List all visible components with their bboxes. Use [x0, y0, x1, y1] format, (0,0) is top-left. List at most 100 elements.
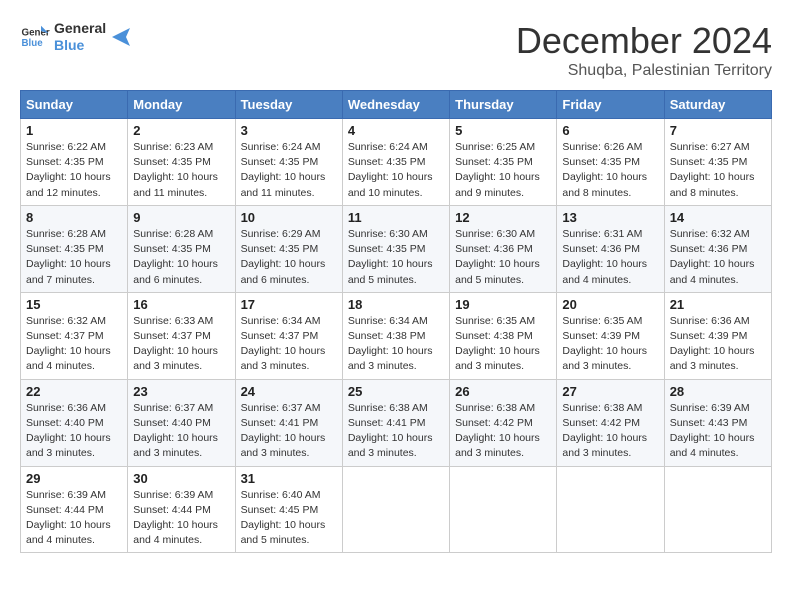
svg-text:General: General — [22, 27, 51, 38]
day-info: Sunrise: 6:30 AM Sunset: 4:36 PM Dayligh… — [455, 227, 551, 288]
calendar-cell — [450, 466, 557, 553]
header-thursday: Thursday — [450, 91, 557, 119]
location-subtitle: Shuqba, Palestinian Territory — [516, 62, 772, 80]
day-number: 10 — [241, 210, 337, 225]
day-number: 23 — [133, 384, 229, 399]
day-info: Sunrise: 6:39 AM Sunset: 4:44 PM Dayligh… — [26, 488, 122, 549]
calendar-cell: 29 Sunrise: 6:39 AM Sunset: 4:44 PM Dayl… — [21, 466, 128, 553]
month-title: December 2024 — [516, 20, 772, 62]
day-info: Sunrise: 6:29 AM Sunset: 4:35 PM Dayligh… — [241, 227, 337, 288]
header-monday: Monday — [128, 91, 235, 119]
calendar-cell: 8 Sunrise: 6:28 AM Sunset: 4:35 PM Dayli… — [21, 205, 128, 292]
day-number: 6 — [562, 123, 658, 138]
calendar-cell: 6 Sunrise: 6:26 AM Sunset: 4:35 PM Dayli… — [557, 119, 664, 206]
day-info: Sunrise: 6:34 AM Sunset: 4:37 PM Dayligh… — [241, 314, 337, 375]
day-number: 4 — [348, 123, 444, 138]
day-number: 22 — [26, 384, 122, 399]
day-number: 11 — [348, 210, 444, 225]
calendar-cell: 1 Sunrise: 6:22 AM Sunset: 4:35 PM Dayli… — [21, 119, 128, 206]
header-friday: Friday — [557, 91, 664, 119]
logo-general: General — [54, 20, 106, 37]
day-info: Sunrise: 6:34 AM Sunset: 4:38 PM Dayligh… — [348, 314, 444, 375]
calendar-week-row: 1 Sunrise: 6:22 AM Sunset: 4:35 PM Dayli… — [21, 119, 772, 206]
day-info: Sunrise: 6:24 AM Sunset: 4:35 PM Dayligh… — [348, 140, 444, 201]
calendar-cell: 14 Sunrise: 6:32 AM Sunset: 4:36 PM Dayl… — [664, 205, 771, 292]
calendar-cell: 27 Sunrise: 6:38 AM Sunset: 4:42 PM Dayl… — [557, 379, 664, 466]
day-info: Sunrise: 6:32 AM Sunset: 4:37 PM Dayligh… — [26, 314, 122, 375]
day-info: Sunrise: 6:36 AM Sunset: 4:40 PM Dayligh… — [26, 401, 122, 462]
day-info: Sunrise: 6:38 AM Sunset: 4:42 PM Dayligh… — [455, 401, 551, 462]
day-number: 13 — [562, 210, 658, 225]
calendar-week-row: 8 Sunrise: 6:28 AM Sunset: 4:35 PM Dayli… — [21, 205, 772, 292]
calendar-header-row: SundayMondayTuesdayWednesdayThursdayFrid… — [21, 91, 772, 119]
day-number: 20 — [562, 297, 658, 312]
day-info: Sunrise: 6:39 AM Sunset: 4:43 PM Dayligh… — [670, 401, 766, 462]
day-number: 21 — [670, 297, 766, 312]
header-wednesday: Wednesday — [342, 91, 449, 119]
title-area: December 2024 Shuqba, Palestinian Territ… — [516, 20, 772, 80]
day-number: 3 — [241, 123, 337, 138]
calendar-cell: 21 Sunrise: 6:36 AM Sunset: 4:39 PM Dayl… — [664, 292, 771, 379]
day-info: Sunrise: 6:27 AM Sunset: 4:35 PM Dayligh… — [670, 140, 766, 201]
calendar-cell — [342, 466, 449, 553]
day-number: 25 — [348, 384, 444, 399]
day-info: Sunrise: 6:39 AM Sunset: 4:44 PM Dayligh… — [133, 488, 229, 549]
day-info: Sunrise: 6:36 AM Sunset: 4:39 PM Dayligh… — [670, 314, 766, 375]
day-info: Sunrise: 6:28 AM Sunset: 4:35 PM Dayligh… — [26, 227, 122, 288]
calendar-cell: 4 Sunrise: 6:24 AM Sunset: 4:35 PM Dayli… — [342, 119, 449, 206]
day-number: 30 — [133, 471, 229, 486]
header-sunday: Sunday — [21, 91, 128, 119]
calendar-cell: 16 Sunrise: 6:33 AM Sunset: 4:37 PM Dayl… — [128, 292, 235, 379]
day-number: 5 — [455, 123, 551, 138]
day-number: 1 — [26, 123, 122, 138]
day-number: 7 — [670, 123, 766, 138]
calendar-cell: 26 Sunrise: 6:38 AM Sunset: 4:42 PM Dayl… — [450, 379, 557, 466]
calendar-cell: 2 Sunrise: 6:23 AM Sunset: 4:35 PM Dayli… — [128, 119, 235, 206]
calendar-cell: 18 Sunrise: 6:34 AM Sunset: 4:38 PM Dayl… — [342, 292, 449, 379]
day-info: Sunrise: 6:35 AM Sunset: 4:38 PM Dayligh… — [455, 314, 551, 375]
day-number: 15 — [26, 297, 122, 312]
calendar-week-row: 22 Sunrise: 6:36 AM Sunset: 4:40 PM Dayl… — [21, 379, 772, 466]
day-info: Sunrise: 6:31 AM Sunset: 4:36 PM Dayligh… — [562, 227, 658, 288]
calendar-cell: 17 Sunrise: 6:34 AM Sunset: 4:37 PM Dayl… — [235, 292, 342, 379]
day-number: 27 — [562, 384, 658, 399]
day-info: Sunrise: 6:25 AM Sunset: 4:35 PM Dayligh… — [455, 140, 551, 201]
day-info: Sunrise: 6:38 AM Sunset: 4:42 PM Dayligh… — [562, 401, 658, 462]
day-number: 28 — [670, 384, 766, 399]
day-number: 24 — [241, 384, 337, 399]
calendar-table: SundayMondayTuesdayWednesdayThursdayFrid… — [20, 90, 772, 553]
day-number: 31 — [241, 471, 337, 486]
calendar-cell: 11 Sunrise: 6:30 AM Sunset: 4:35 PM Dayl… — [342, 205, 449, 292]
day-info: Sunrise: 6:26 AM Sunset: 4:35 PM Dayligh… — [562, 140, 658, 201]
calendar-cell: 24 Sunrise: 6:37 AM Sunset: 4:41 PM Dayl… — [235, 379, 342, 466]
day-info: Sunrise: 6:33 AM Sunset: 4:37 PM Dayligh… — [133, 314, 229, 375]
calendar-cell: 19 Sunrise: 6:35 AM Sunset: 4:38 PM Dayl… — [450, 292, 557, 379]
day-number: 9 — [133, 210, 229, 225]
day-info: Sunrise: 6:37 AM Sunset: 4:40 PM Dayligh… — [133, 401, 229, 462]
calendar-cell: 12 Sunrise: 6:30 AM Sunset: 4:36 PM Dayl… — [450, 205, 557, 292]
calendar-cell: 9 Sunrise: 6:28 AM Sunset: 4:35 PM Dayli… — [128, 205, 235, 292]
day-number: 19 — [455, 297, 551, 312]
day-info: Sunrise: 6:24 AM Sunset: 4:35 PM Dayligh… — [241, 140, 337, 201]
calendar-cell: 3 Sunrise: 6:24 AM Sunset: 4:35 PM Dayli… — [235, 119, 342, 206]
header-saturday: Saturday — [664, 91, 771, 119]
day-info: Sunrise: 6:38 AM Sunset: 4:41 PM Dayligh… — [348, 401, 444, 462]
header: General Blue General Blue December 2024 … — [20, 20, 772, 80]
day-number: 18 — [348, 297, 444, 312]
calendar-cell: 31 Sunrise: 6:40 AM Sunset: 4:45 PM Dayl… — [235, 466, 342, 553]
day-number: 26 — [455, 384, 551, 399]
calendar-cell: 7 Sunrise: 6:27 AM Sunset: 4:35 PM Dayli… — [664, 119, 771, 206]
calendar-cell: 10 Sunrise: 6:29 AM Sunset: 4:35 PM Dayl… — [235, 205, 342, 292]
logo-arrow-icon — [110, 26, 132, 48]
logo: General Blue General Blue — [20, 20, 132, 54]
day-number: 8 — [26, 210, 122, 225]
calendar-cell: 25 Sunrise: 6:38 AM Sunset: 4:41 PM Dayl… — [342, 379, 449, 466]
day-number: 2 — [133, 123, 229, 138]
day-info: Sunrise: 6:35 AM Sunset: 4:39 PM Dayligh… — [562, 314, 658, 375]
day-number: 17 — [241, 297, 337, 312]
svg-text:Blue: Blue — [22, 38, 44, 49]
calendar-cell: 22 Sunrise: 6:36 AM Sunset: 4:40 PM Dayl… — [21, 379, 128, 466]
day-info: Sunrise: 6:40 AM Sunset: 4:45 PM Dayligh… — [241, 488, 337, 549]
day-number: 16 — [133, 297, 229, 312]
calendar-cell: 23 Sunrise: 6:37 AM Sunset: 4:40 PM Dayl… — [128, 379, 235, 466]
